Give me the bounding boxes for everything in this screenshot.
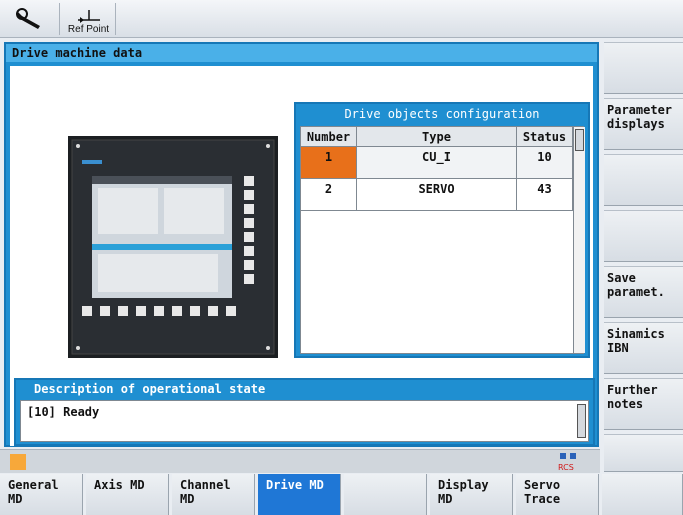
table-cell-status[interactable]: 10 [517, 147, 573, 179]
window-content: Drive objects configuration Number Type … [10, 66, 595, 446]
table-scroll-thumb[interactable] [575, 129, 584, 151]
wrench-icon [15, 8, 40, 29]
home-icon[interactable] [10, 454, 26, 470]
control-panel-image [68, 136, 278, 358]
column-header-number[interactable]: Number [301, 127, 357, 147]
table-scrollbar[interactable] [573, 127, 585, 353]
table-cell-status[interactable]: 43 [517, 179, 573, 211]
table-cell-type[interactable]: SERVO [357, 179, 517, 211]
drive-objects-title: Drive objects configuration [344, 107, 540, 121]
table-cell-type[interactable]: CU_I [357, 147, 517, 179]
operational-state-title: Description of operational state [34, 382, 266, 396]
rcs-icon: RCS [558, 453, 576, 472]
softkey-drive-md[interactable]: Drive MD [258, 474, 341, 515]
drive-objects-table-panel: Drive objects configuration Number Type … [294, 102, 590, 358]
status-bar: RCS [0, 449, 600, 473]
softkey-axis-md[interactable]: Axis MD [86, 474, 169, 515]
right-softkey-save-paramet[interactable]: Save paramet. [604, 266, 683, 318]
right-softkey-further-notes[interactable]: Further notes [604, 378, 683, 430]
right-softkey-sinamics-ibn[interactable]: Sinamics IBN [604, 322, 683, 374]
softkey-channel-md[interactable]: Channel MD [172, 474, 255, 515]
softkey-display-md[interactable]: Display MD [430, 474, 513, 515]
softkey-servo-trace[interactable]: Servo Trace [516, 474, 599, 515]
drive-objects-table: Number Type Status 1 CU_I 10 2 SERVO 43 [300, 126, 585, 354]
window-title: Drive machine data [6, 44, 597, 62]
top-toolbar: Ref Point [0, 0, 683, 38]
right-softkey-3[interactable] [604, 154, 683, 206]
refpoint-icon [77, 10, 100, 23]
softkey-empty-5[interactable] [344, 474, 427, 515]
table-cell-number[interactable]: 1 [301, 147, 357, 179]
refpoint-button[interactable]: Ref Point [62, 3, 116, 35]
column-header-status[interactable]: Status [517, 127, 573, 147]
right-softkey-1[interactable] [604, 42, 683, 94]
column-header-type[interactable]: Type [357, 127, 517, 147]
wrench-icon-button[interactable] [4, 3, 60, 35]
drive-machine-data-window: Drive machine data Drive objects configu… [4, 42, 599, 447]
operational-state-text-box: [10] Ready [20, 400, 589, 442]
operational-state-text: [10] Ready [27, 405, 100, 419]
right-softkey-4[interactable] [604, 210, 683, 262]
table-cell-number[interactable]: 2 [301, 179, 357, 211]
operational-state-panel: Description of operational state [10] Re… [14, 378, 595, 446]
right-softkey-8[interactable] [604, 434, 683, 472]
rcs-label: RCS [558, 463, 574, 472]
right-softkey-parameter-displays[interactable]: Parameter displays [604, 98, 683, 150]
softkey-empty-8[interactable] [602, 474, 683, 515]
description-scroll-thumb[interactable] [577, 404, 586, 438]
softkey-general-md[interactable]: General MD [0, 474, 83, 515]
refpoint-label: Ref Point [67, 24, 110, 35]
